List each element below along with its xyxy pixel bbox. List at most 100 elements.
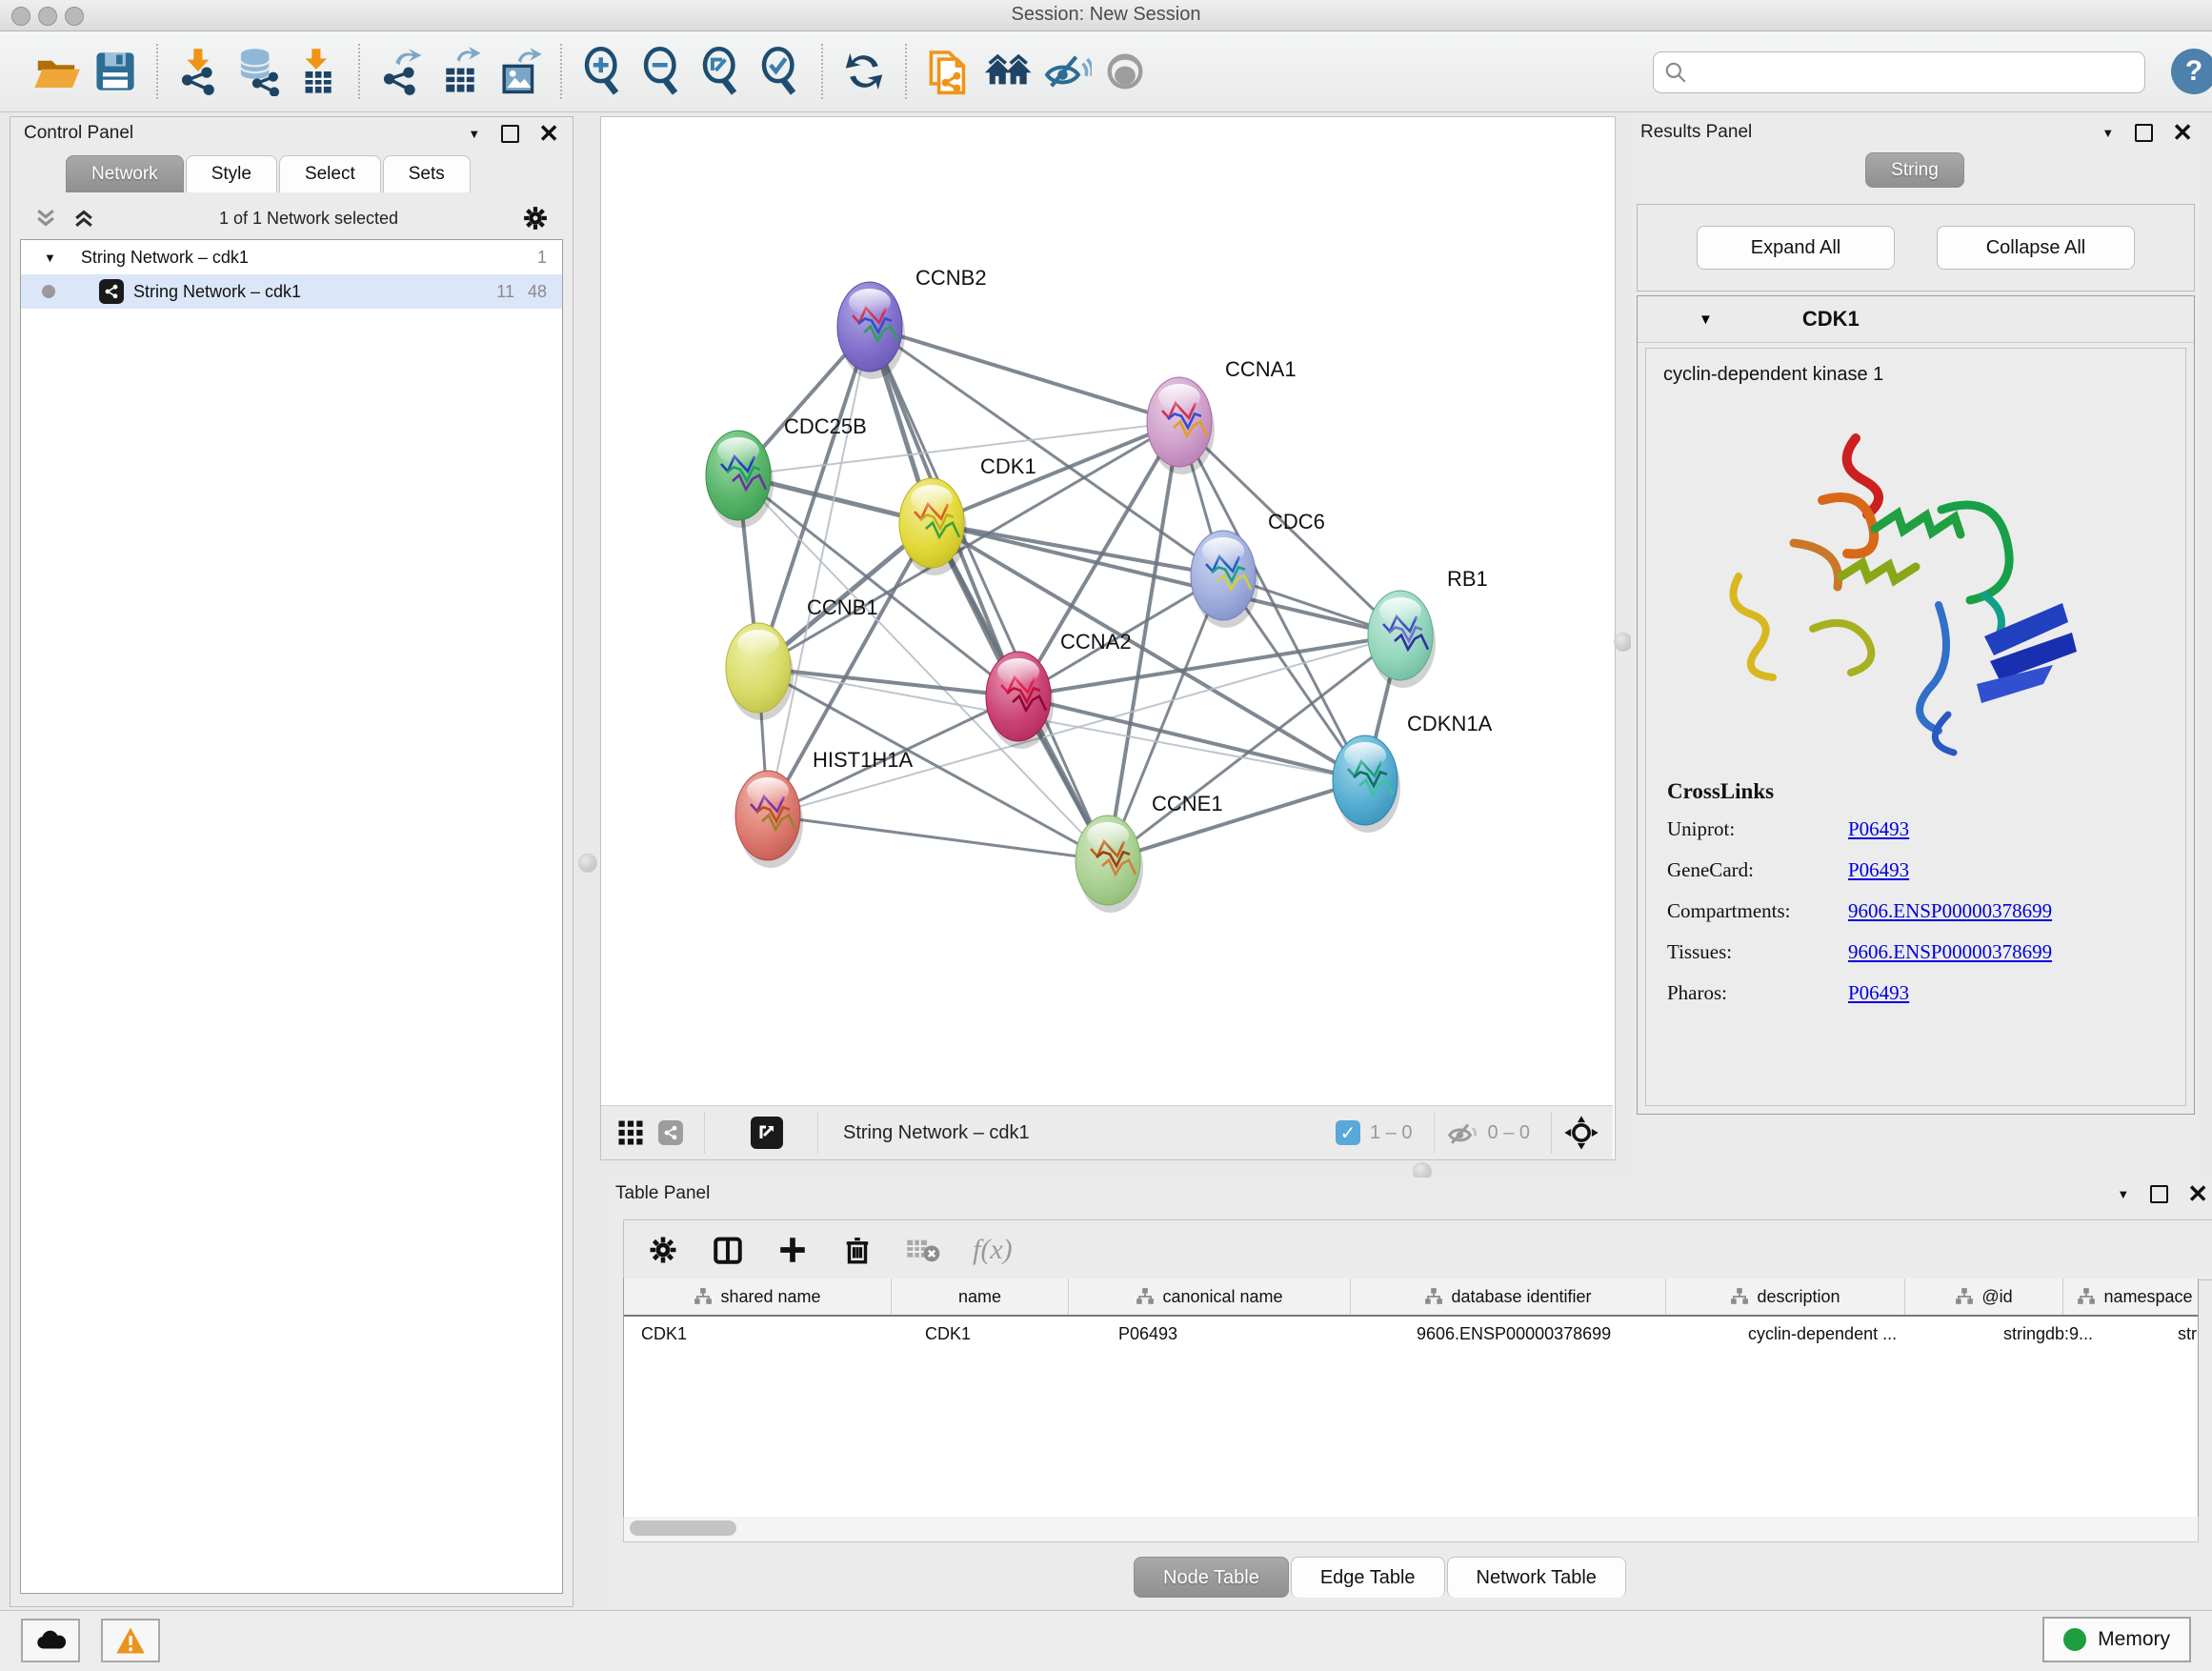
network-canvas[interactable]: CCNB2CCNA1CDC25BCDK1CDC6RB1CCNB1CCNA2CDK… xyxy=(601,117,1613,1104)
save-session-button[interactable] xyxy=(86,42,145,101)
delete-column-icon[interactable] xyxy=(841,1234,874,1266)
tab-network-table[interactable]: Network Table xyxy=(1447,1557,1626,1598)
string-app-button[interactable] xyxy=(918,42,977,101)
close-panel-icon[interactable]: ✕ xyxy=(538,127,559,141)
search-field[interactable] xyxy=(1653,51,2145,93)
column-header-shared-name[interactable]: shared name xyxy=(624,1278,892,1315)
float-panel-icon[interactable] xyxy=(2150,1185,2168,1203)
network-row-selected[interactable]: String Network – cdk1 11 48 xyxy=(21,274,562,309)
panel-menu-icon[interactable]: ▼ xyxy=(2117,1187,2129,1201)
network-edge-CCNA2-CDKN1A[interactable] xyxy=(1018,696,1365,780)
column-header-@id[interactable]: @id xyxy=(1905,1278,2063,1315)
help-button[interactable]: ? xyxy=(2171,49,2212,94)
node-table: shared namenamecanonical namedatabase id… xyxy=(623,1278,2199,1518)
network-node-HIST1H1A[interactable] xyxy=(735,771,803,868)
section-collapse-caret-icon[interactable]: ▼ xyxy=(1699,312,1713,328)
float-panel-icon[interactable] xyxy=(501,125,519,143)
close-panel-icon[interactable]: ✕ xyxy=(2187,1187,2208,1201)
import-table-button[interactable] xyxy=(288,42,347,101)
network-node-CCNB2[interactable] xyxy=(837,282,905,379)
tab-edge-table[interactable]: Edge Table xyxy=(1291,1557,1445,1598)
close-panel-icon[interactable]: ✕ xyxy=(2172,126,2193,140)
network-edge-CCNB2-CCNE1[interactable] xyxy=(870,327,1108,860)
delete-table-icon[interactable] xyxy=(906,1236,940,1264)
selected-nodes-checkbox[interactable]: ✓ xyxy=(1336,1120,1360,1145)
column-header-canonical-name[interactable]: canonical name xyxy=(1069,1278,1351,1315)
node-section-header[interactable]: ▼ CDK1 xyxy=(1638,296,2194,343)
column-header-description[interactable]: description xyxy=(1666,1278,1905,1315)
network-node-count: 11 xyxy=(496,282,514,302)
scrollbar-thumb[interactable] xyxy=(630,1520,736,1536)
column-header-name[interactable]: name xyxy=(892,1278,1069,1315)
home-networks-button[interactable] xyxy=(977,42,1036,101)
crosslink-link[interactable]: P06493 xyxy=(1848,817,1909,841)
presentation-eye-button[interactable] xyxy=(1096,42,1155,101)
network-node-CDKN1A[interactable] xyxy=(1333,735,1400,833)
hierarchy-icon xyxy=(694,1287,713,1306)
export-table-button[interactable] xyxy=(431,42,490,101)
zoom-out-button[interactable] xyxy=(633,42,692,101)
network-edge-CDKN1A-CCNE1[interactable] xyxy=(1108,780,1365,860)
memory-button[interactable]: Memory xyxy=(2042,1617,2191,1662)
grid-mode-icon[interactable] xyxy=(616,1118,645,1147)
fit-content-crosshair-icon[interactable] xyxy=(1563,1115,1599,1151)
crosslink-link[interactable]: P06493 xyxy=(1848,981,1909,1005)
network-node-CCNE1[interactable] xyxy=(1076,815,1143,913)
panel-menu-icon[interactable]: ▼ xyxy=(2101,126,2114,140)
collection-expand-caret-icon[interactable]: ▼ xyxy=(44,251,56,265)
tab-select[interactable]: Select xyxy=(279,155,381,192)
open-session-button[interactable] xyxy=(27,42,86,101)
birdseye-view-icon[interactable] xyxy=(751,1117,783,1149)
zoom-selected-button[interactable] xyxy=(751,42,810,101)
tab-style[interactable]: Style xyxy=(186,155,277,192)
tab-network[interactable]: Network xyxy=(66,155,184,192)
network-node-CCNA2[interactable] xyxy=(986,652,1054,749)
tab-sets[interactable]: Sets xyxy=(383,155,471,192)
import-network-button[interactable] xyxy=(170,42,229,101)
crosslink-link[interactable]: 9606.ENSP00000378699 xyxy=(1848,899,2052,923)
search-input[interactable] xyxy=(1688,62,2111,84)
network-node-CCNB1[interactable] xyxy=(726,623,794,720)
network-edge-CCNB2-HIST1H1A[interactable] xyxy=(768,327,870,815)
collapse-all-button[interactable]: Collapse All xyxy=(1937,226,2135,270)
column-header-namespace[interactable]: namespace xyxy=(2063,1278,2199,1315)
network-edge-HIST1H1A-CCNE1[interactable] xyxy=(768,815,1108,860)
zoom-fit-button[interactable] xyxy=(692,42,751,101)
network-edge-CCNB2-CCNA1[interactable] xyxy=(870,327,1179,422)
zoom-in-button[interactable] xyxy=(573,42,633,101)
refresh-view-button[interactable] xyxy=(835,42,894,101)
float-panel-icon[interactable] xyxy=(2135,124,2153,142)
warnings-button[interactable] xyxy=(101,1619,160,1662)
network-view-mode-icon[interactable] xyxy=(658,1120,683,1145)
export-image-button[interactable] xyxy=(490,42,549,101)
add-column-icon[interactable] xyxy=(776,1234,809,1266)
network-options-gear-icon[interactable] xyxy=(521,204,550,232)
expand-all-chevrons-icon[interactable] xyxy=(71,206,96,231)
collapse-all-chevrons-icon[interactable] xyxy=(33,206,58,231)
table-horizontal-scrollbar[interactable] xyxy=(623,1517,2199,1542)
show-columns-icon[interactable] xyxy=(712,1234,744,1266)
tab-string[interactable]: String xyxy=(1865,152,1964,188)
expand-all-button[interactable]: Expand All xyxy=(1697,226,1895,270)
import-database-button[interactable] xyxy=(229,42,288,101)
network-node-CDC6[interactable] xyxy=(1191,531,1258,628)
cloud-status-button[interactable] xyxy=(21,1619,80,1662)
crosslink-link[interactable]: P06493 xyxy=(1848,858,1909,882)
crosslink-label: Compartments: xyxy=(1667,899,1848,923)
export-network-button[interactable] xyxy=(372,42,431,101)
right-splitter-handle[interactable] xyxy=(1614,633,1633,652)
left-splitter-handle[interactable] xyxy=(578,854,597,873)
table-options-gear-icon[interactable] xyxy=(647,1234,679,1266)
function-builder-icon[interactable]: f(x) xyxy=(973,1234,1013,1266)
table-cell: P06493 xyxy=(1101,1317,1399,1351)
panel-menu-icon[interactable]: ▼ xyxy=(468,127,480,141)
network-collection-row[interactable]: ▼ String Network – cdk1 1 xyxy=(21,240,562,274)
network-edge-CDK1-RB1[interactable] xyxy=(932,523,1400,635)
crosslink-link[interactable]: 9606.ENSP00000378699 xyxy=(1848,940,2052,964)
hide-panel-button[interactable] xyxy=(1036,42,1096,101)
tab-node-table[interactable]: Node Table xyxy=(1134,1557,1289,1598)
network-node-RB1[interactable] xyxy=(1368,591,1436,688)
table-row[interactable]: CDK1CDK1P064939606.ENSP00000378699cyclin… xyxy=(624,1317,2198,1351)
network-view-panel: CCNB2CCNA1CDC25BCDK1CDC6RB1CCNB1CCNA2CDK… xyxy=(600,116,1616,1160)
column-header-database-identifier[interactable]: database identifier xyxy=(1351,1278,1666,1315)
